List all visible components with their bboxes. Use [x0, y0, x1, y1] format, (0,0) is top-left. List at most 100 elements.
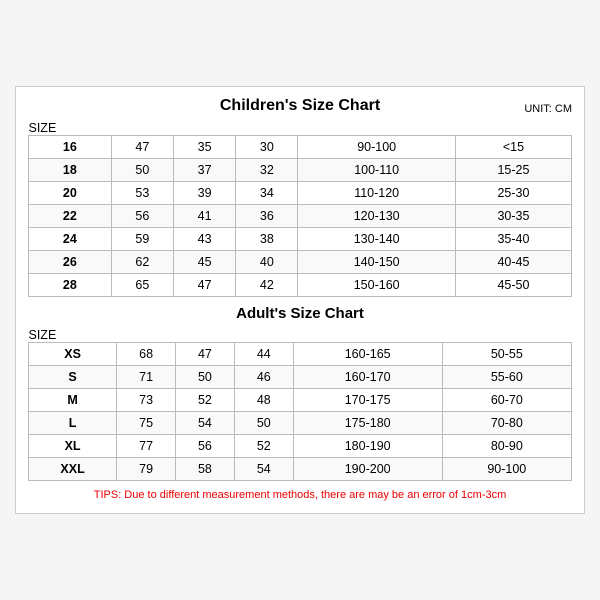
data-cell: 41: [173, 205, 235, 228]
data-cell: 47: [176, 343, 235, 366]
table-row: 18503732100-11015-25: [29, 159, 572, 182]
children-size-table: SIZE 1647353090-100<1518503732100-11015-…: [28, 121, 572, 297]
data-cell: 42: [236, 274, 298, 297]
data-cell: 47: [111, 136, 173, 159]
data-cell: 160-170: [293, 366, 442, 389]
table-row: 20533934110-12025-30: [29, 182, 572, 205]
data-cell: 45: [173, 251, 235, 274]
size-cell: L: [29, 412, 117, 435]
data-cell: 71: [117, 366, 176, 389]
data-cell: 180-190: [293, 435, 442, 458]
table-row: L755450175-18070-80: [29, 412, 572, 435]
size-cell: 28: [29, 274, 112, 297]
data-cell: 100-110: [298, 159, 455, 182]
data-cell: 52: [176, 389, 235, 412]
data-cell: 32: [236, 159, 298, 182]
size-cell: 24: [29, 228, 112, 251]
data-cell: 50: [176, 366, 235, 389]
data-cell: 110-120: [298, 182, 455, 205]
data-cell: 40: [236, 251, 298, 274]
table-row: XL775652180-19080-90: [29, 435, 572, 458]
data-cell: 35: [173, 136, 235, 159]
data-cell: 52: [234, 435, 293, 458]
size-cell: 20: [29, 182, 112, 205]
data-cell: 90-100: [442, 458, 571, 481]
data-cell: 54: [176, 412, 235, 435]
data-cell: 62: [111, 251, 173, 274]
data-cell: 77: [117, 435, 176, 458]
data-cell: 40-45: [455, 251, 571, 274]
data-cell: 43: [173, 228, 235, 251]
children-title-row: Children's Size Chart UNIT: CM: [28, 97, 572, 115]
data-cell: 58: [176, 458, 235, 481]
data-cell: 46: [234, 366, 293, 389]
data-cell: 30: [236, 136, 298, 159]
data-cell: 79: [117, 458, 176, 481]
table-row: XXL795854190-20090-100: [29, 458, 572, 481]
data-cell: 53: [111, 182, 173, 205]
data-cell: 37: [173, 159, 235, 182]
size-cell: S: [29, 366, 117, 389]
table-row: S715046160-17055-60: [29, 366, 572, 389]
size-cell: XL: [29, 435, 117, 458]
data-cell: 175-180: [293, 412, 442, 435]
data-cell: 44: [234, 343, 293, 366]
size-cell: 26: [29, 251, 112, 274]
data-cell: 59: [111, 228, 173, 251]
size-cell: M: [29, 389, 117, 412]
table-row: 28654742150-16045-50: [29, 274, 572, 297]
data-cell: 50: [234, 412, 293, 435]
table-row: 1647353090-100<15: [29, 136, 572, 159]
data-cell: 73: [117, 389, 176, 412]
data-cell: 34: [236, 182, 298, 205]
size-cell: XS: [29, 343, 117, 366]
data-cell: 120-130: [298, 205, 455, 228]
data-cell: 50-55: [442, 343, 571, 366]
data-cell: 48: [234, 389, 293, 412]
table-row: 22564136120-13030-35: [29, 205, 572, 228]
data-cell: 130-140: [298, 228, 455, 251]
data-cell: 25-30: [455, 182, 571, 205]
data-cell: 140-150: [298, 251, 455, 274]
size-cell: XXL: [29, 458, 117, 481]
adult-size-table: SIZE XS684744160-16550-55S715046160-1705…: [28, 328, 572, 481]
data-cell: 60-70: [442, 389, 571, 412]
data-cell: 70-80: [442, 412, 571, 435]
data-cell: 47: [173, 274, 235, 297]
data-cell: 45-50: [455, 274, 571, 297]
tips-text: TIPS: Due to different measurement metho…: [28, 489, 572, 501]
data-cell: 30-35: [455, 205, 571, 228]
data-cell: 36: [236, 205, 298, 228]
table-row: M735248170-17560-70: [29, 389, 572, 412]
table-row: XS684744160-16550-55: [29, 343, 572, 366]
data-cell: 56: [111, 205, 173, 228]
adult-header-row: SIZE: [29, 328, 572, 343]
data-cell: 150-160: [298, 274, 455, 297]
data-cell: 75: [117, 412, 176, 435]
data-cell: 170-175: [293, 389, 442, 412]
size-cell: 16: [29, 136, 112, 159]
table-row: 24594338130-14035-40: [29, 228, 572, 251]
data-cell: <15: [455, 136, 571, 159]
data-cell: 55-60: [442, 366, 571, 389]
data-cell: 56: [176, 435, 235, 458]
children-chart-title: Children's Size Chart: [220, 97, 380, 115]
children-header-row: SIZE: [29, 121, 572, 136]
data-cell: 15-25: [455, 159, 571, 182]
size-chart-container: Children's Size Chart UNIT: CM SIZE 1647…: [15, 86, 585, 514]
data-cell: 190-200: [293, 458, 442, 481]
data-cell: 38: [236, 228, 298, 251]
data-cell: 68: [117, 343, 176, 366]
table-row: 26624540140-15040-45: [29, 251, 572, 274]
data-cell: 80-90: [442, 435, 571, 458]
adult-chart-title: Adult's Size Chart: [28, 297, 572, 328]
data-cell: 35-40: [455, 228, 571, 251]
size-cell: 22: [29, 205, 112, 228]
data-cell: 39: [173, 182, 235, 205]
size-cell: 18: [29, 159, 112, 182]
data-cell: 65: [111, 274, 173, 297]
data-cell: 50: [111, 159, 173, 182]
data-cell: 54: [234, 458, 293, 481]
unit-label: UNIT: CM: [524, 103, 572, 115]
data-cell: 160-165: [293, 343, 442, 366]
